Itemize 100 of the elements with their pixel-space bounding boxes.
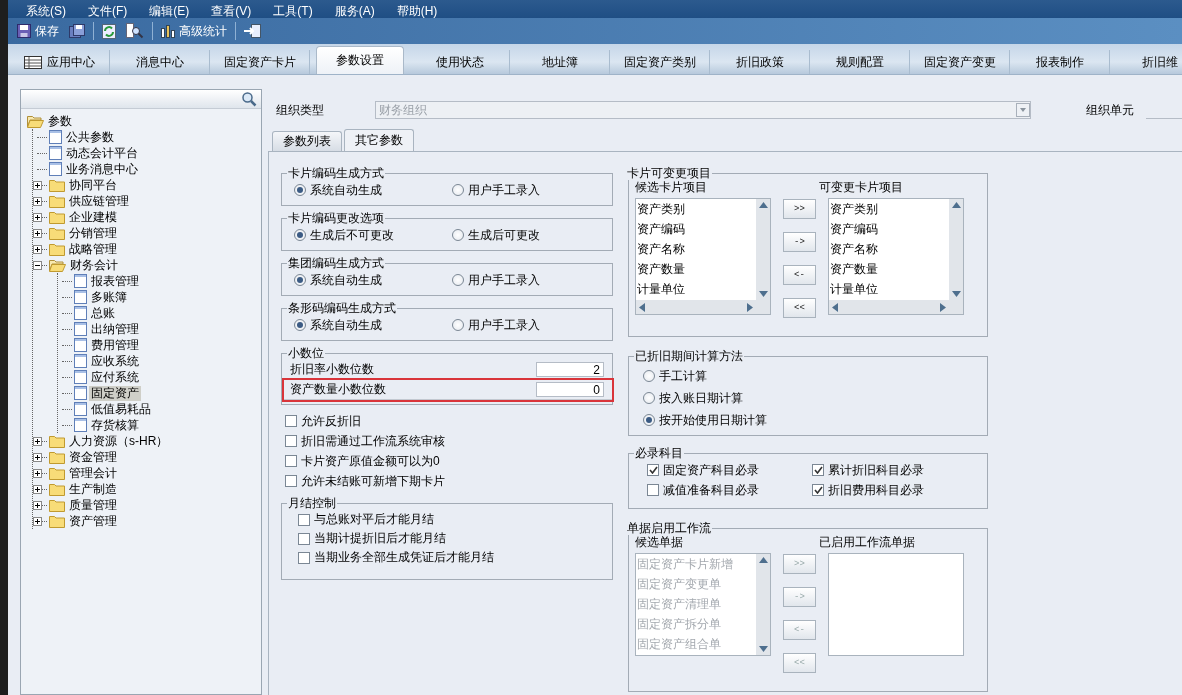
radio-button[interactable] xyxy=(643,392,655,404)
tree-item[interactable]: 企业建模 xyxy=(67,209,119,225)
tree-item[interactable]: 固定资产 xyxy=(89,385,141,401)
list-title: 已启用工作流单据 xyxy=(819,535,915,549)
tree-item[interactable]: 低值易耗品 xyxy=(89,401,153,417)
list-item[interactable]: 资产编码 xyxy=(830,219,949,239)
transfer-button[interactable]: << xyxy=(783,298,816,318)
radio-button[interactable] xyxy=(643,414,655,426)
module-tab[interactable]: 消息中心 xyxy=(110,50,210,74)
tree-item[interactable]: 管理会计 xyxy=(67,465,119,481)
horizontal-scrollbar[interactable] xyxy=(829,300,949,314)
page-icon xyxy=(74,274,87,288)
toolbar-button[interactable]: 高级统计 xyxy=(156,20,232,42)
radio-button[interactable] xyxy=(294,319,306,331)
module-tab[interactable]: 规则配置 xyxy=(810,50,910,74)
checkbox[interactable] xyxy=(812,484,824,496)
tree-item[interactable]: 多账簿 xyxy=(89,289,129,305)
checkbox[interactable] xyxy=(285,475,297,487)
radio-button[interactable] xyxy=(452,184,464,196)
checkbox[interactable] xyxy=(285,455,297,467)
list-box[interactable]: 资产类别 资产编码 资产名称 资产数量 计量单位 xyxy=(635,198,771,315)
module-tab[interactable]: 参数设置 xyxy=(316,46,404,74)
page-icon xyxy=(74,370,87,384)
module-tab[interactable]: 固定资产卡片 xyxy=(210,50,310,74)
module-tab[interactable]: 折旧政策 xyxy=(710,50,810,74)
tree-item[interactable]: 动态会计平台 xyxy=(64,145,140,161)
tree-item[interactable]: 生产制造 xyxy=(67,481,119,497)
module-tab[interactable]: 使用状态 xyxy=(410,50,510,74)
list-item[interactable]: 资产名称 xyxy=(637,239,756,259)
tree-item[interactable]: 应付系统 xyxy=(89,369,141,385)
list-item[interactable]: 资产数量 xyxy=(637,259,756,279)
tree-item[interactable]: 供应链管理 xyxy=(67,193,131,209)
radio-button[interactable] xyxy=(452,229,464,241)
tree-item[interactable]: 总账 xyxy=(89,305,117,321)
list-item[interactable]: 资产名称 xyxy=(830,239,949,259)
list-item[interactable]: 资产类别 xyxy=(830,199,949,219)
check-icon xyxy=(813,486,823,494)
tab[interactable]: 其它参数 xyxy=(344,129,414,151)
tree-item[interactable]: 业务消息中心 xyxy=(64,161,140,177)
tree-item[interactable]: 质量管理 xyxy=(67,497,119,513)
transfer-button[interactable]: -> xyxy=(783,232,816,252)
module-tab[interactable]: 报表制作 xyxy=(1010,50,1110,74)
menu-item[interactable]: 系统(S) xyxy=(26,4,66,18)
horizontal-scrollbar[interactable] xyxy=(636,300,756,314)
transfer-button[interactable]: >> xyxy=(783,199,816,219)
list-item[interactable]: 资产编码 xyxy=(637,219,756,239)
list-item[interactable]: 资产类别 xyxy=(637,199,756,219)
tree-item[interactable]: 分销管理 xyxy=(67,225,119,241)
search-icon xyxy=(126,23,144,39)
menu-item[interactable]: 查看(V) xyxy=(211,4,252,18)
radio-button[interactable] xyxy=(452,319,464,331)
tree-item[interactable]: 报表管理 xyxy=(89,273,141,289)
radio-button[interactable] xyxy=(643,370,655,382)
menu-item[interactable]: 服务(A) xyxy=(334,4,375,18)
vertical-scrollbar[interactable] xyxy=(756,199,770,300)
tree-item[interactable]: 资产管理 xyxy=(67,513,119,529)
checkbox[interactable] xyxy=(285,435,297,447)
vertical-scrollbar[interactable] xyxy=(949,199,963,300)
module-tab[interactable]: 折旧维 xyxy=(1110,50,1182,74)
checkbox[interactable] xyxy=(298,551,310,564)
tree-item[interactable]: 公共参数 xyxy=(64,129,116,145)
radio-button[interactable] xyxy=(452,274,464,286)
module-tab[interactable]: 固定资产类别 xyxy=(610,50,710,74)
menu-item[interactable]: 编辑(E) xyxy=(149,4,190,18)
tree-item[interactable]: 人力资源（s-HR） xyxy=(67,433,171,449)
transfer-button[interactable]: <- xyxy=(783,265,816,285)
tree-item[interactable]: 出纳管理 xyxy=(89,321,141,337)
checkbox[interactable] xyxy=(285,415,297,427)
radio-button[interactable] xyxy=(294,229,306,241)
list-box[interactable] xyxy=(828,553,964,656)
radio-button[interactable] xyxy=(294,184,306,196)
number-field[interactable]: 2 xyxy=(536,362,604,377)
checkbox[interactable] xyxy=(298,532,310,545)
tree-item[interactable]: 存货核算 xyxy=(89,417,141,433)
list-box[interactable]: 资产类别 资产编码 资产名称 资产数量 计量单位 xyxy=(828,198,964,315)
tree-item[interactable]: 费用管理 xyxy=(89,337,141,353)
module-tab[interactable]: 应用中心 xyxy=(10,50,110,74)
menu-item[interactable]: 文件(F) xyxy=(88,4,128,18)
checkbox[interactable] xyxy=(812,464,824,476)
checkbox[interactable] xyxy=(298,513,310,526)
tree-item[interactable]: 参数 xyxy=(46,113,74,129)
checkbox[interactable] xyxy=(647,484,659,496)
number-field[interactable]: 0 xyxy=(536,382,604,397)
radio-button[interactable] xyxy=(294,274,306,286)
checkbox[interactable] xyxy=(647,464,659,476)
list-item[interactable]: 计量单位 xyxy=(637,279,756,299)
list-item[interactable]: 计量单位 xyxy=(830,279,949,299)
tab[interactable]: 参数列表 xyxy=(272,131,342,151)
module-tab[interactable]: 固定资产变更 xyxy=(910,50,1010,74)
menu-item[interactable]: 帮助(H) xyxy=(396,4,438,18)
tree-item[interactable]: 资金管理 xyxy=(67,449,119,465)
tree-item[interactable]: 战略管理 xyxy=(67,241,119,257)
menu-item[interactable]: 工具(T) xyxy=(273,4,313,18)
module-tab[interactable]: 地址簿 xyxy=(510,50,610,74)
tree-item[interactable]: 协同平台 xyxy=(67,177,119,193)
list-item[interactable]: 资产数量 xyxy=(830,259,949,279)
tree-item[interactable]: 财务会计 xyxy=(68,257,120,273)
folder-icon xyxy=(49,482,65,496)
tree-item[interactable]: 应收系统 xyxy=(89,353,141,369)
toolbar-button[interactable]: 保存 xyxy=(12,20,64,42)
